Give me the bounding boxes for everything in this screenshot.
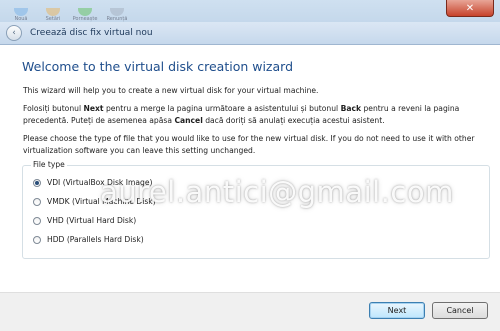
toolbar-settings-button[interactable]: Setări [38, 0, 68, 22]
background-toolbar: Nouă Setări Porneaște Renunță [0, 0, 186, 22]
toolbar-new-button[interactable]: Nouă [6, 0, 36, 22]
help-text-part: pentru a merge la pagina următoare a asi… [103, 104, 341, 113]
close-icon[interactable]: ✕ [446, 0, 494, 17]
new-icon [14, 8, 28, 16]
wizard-title: Creează disc fix virtual nou [30, 28, 153, 38]
navigation-help-text: Folosiți butonul Next pentru a merge la … [23, 103, 493, 126]
wizard-titlebar: ‹ Creează disc fix virtual nou [0, 22, 500, 45]
file-type-help-text: Please choose the type of file that you … [23, 134, 475, 155]
cancel-button[interactable]: Cancel [432, 302, 488, 319]
toolbar-start-button[interactable]: Porneaște [70, 0, 100, 22]
next-button[interactable]: Next [369, 302, 425, 319]
radio-button-selected[interactable] [33, 178, 41, 187]
radio-button[interactable] [33, 216, 41, 225]
radio-label-vhd: VHD (Virtual Hard Disk) [47, 216, 137, 225]
back-arrow-icon[interactable]: ‹ [6, 25, 22, 41]
help-text-cancel: Cancel [174, 115, 203, 125]
file-type-group-label: File type [31, 160, 67, 169]
radio-option-vhd[interactable]: VHD (Virtual Hard Disk) [33, 216, 136, 225]
radio-button[interactable] [33, 235, 41, 244]
discard-icon [110, 8, 124, 16]
radio-button[interactable] [33, 197, 41, 206]
page-heading: Welcome to the virtual disk creation wiz… [22, 59, 294, 74]
wizard-content: Welcome to the virtual disk creation wiz… [0, 45, 500, 292]
wizard-footer: Next Cancel [0, 292, 500, 331]
watermark-text: aurel.antici@gmail.com [100, 175, 454, 209]
help-text-next: Next [83, 104, 104, 113]
toolbar-discard-button[interactable]: Renunță [102, 0, 132, 22]
start-icon [78, 8, 92, 16]
help-text-back: Back [340, 104, 362, 113]
radio-option-hdd[interactable]: HDD (Parallels Hard Disk) [33, 235, 144, 244]
help-text-part: Folosiți butonul [23, 104, 84, 113]
settings-icon [46, 8, 60, 16]
radio-label-hdd: HDD (Parallels Hard Disk) [47, 235, 144, 244]
help-text-part: dacă doriți să anulați execuția acestui … [202, 115, 385, 125]
intro-text: This wizard will help you to create a ne… [23, 86, 319, 95]
